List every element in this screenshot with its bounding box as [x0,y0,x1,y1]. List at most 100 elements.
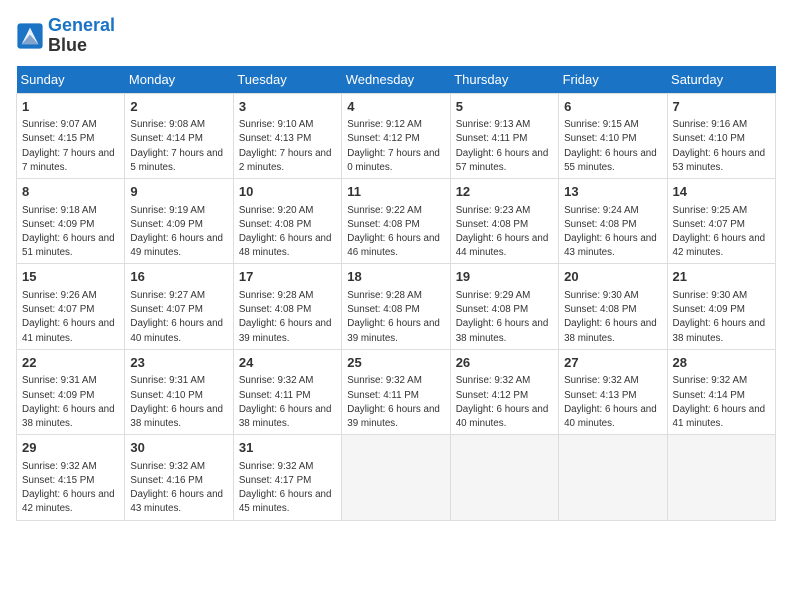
calendar-cell: 12 Sunrise: 9:23 AMSunset: 4:08 PMDaylig… [450,179,558,264]
day-number: 26 [456,354,553,372]
day-info: Sunrise: 9:32 AMSunset: 4:14 PMDaylight:… [673,375,766,429]
day-info: Sunrise: 9:25 AMSunset: 4:07 PMDaylight:… [673,205,766,259]
day-info: Sunrise: 9:12 AMSunset: 4:12 PMDaylight:… [347,119,440,173]
calendar-cell: 25 Sunrise: 9:32 AMSunset: 4:11 PMDaylig… [342,349,450,434]
logo-text: GeneralBlue [48,16,115,56]
day-info: Sunrise: 9:10 AMSunset: 4:13 PMDaylight:… [239,119,332,173]
day-number: 18 [347,268,444,286]
calendar-header: SundayMondayTuesdayWednesdayThursdayFrid… [17,66,776,94]
day-number: 10 [239,183,336,201]
calendar-cell: 15 Sunrise: 9:26 AMSunset: 4:07 PMDaylig… [17,264,125,349]
calendar-cell: 6 Sunrise: 9:15 AMSunset: 4:10 PMDayligh… [559,93,667,178]
day-number: 14 [673,183,770,201]
day-number: 16 [130,268,227,286]
day-info: Sunrise: 9:29 AMSunset: 4:08 PMDaylight:… [456,290,549,344]
day-info: Sunrise: 9:32 AMSunset: 4:12 PMDaylight:… [456,375,549,429]
day-number: 20 [564,268,661,286]
calendar-cell: 5 Sunrise: 9:13 AMSunset: 4:11 PMDayligh… [450,93,558,178]
day-number: 15 [22,268,119,286]
calendar-cell: 11 Sunrise: 9:22 AMSunset: 4:08 PMDaylig… [342,179,450,264]
calendar-cell: 31 Sunrise: 9:32 AMSunset: 4:17 PMDaylig… [233,435,341,520]
calendar-cell: 3 Sunrise: 9:10 AMSunset: 4:13 PMDayligh… [233,93,341,178]
day-number: 7 [673,98,770,116]
day-info: Sunrise: 9:22 AMSunset: 4:08 PMDaylight:… [347,205,440,259]
calendar-week-3: 15 Sunrise: 9:26 AMSunset: 4:07 PMDaylig… [17,264,776,349]
calendar-cell: 30 Sunrise: 9:32 AMSunset: 4:16 PMDaylig… [125,435,233,520]
day-info: Sunrise: 9:27 AMSunset: 4:07 PMDaylight:… [130,290,223,344]
day-number: 8 [22,183,119,201]
day-info: Sunrise: 9:16 AMSunset: 4:10 PMDaylight:… [673,119,766,173]
day-number: 29 [22,439,119,457]
day-info: Sunrise: 9:24 AMSunset: 4:08 PMDaylight:… [564,205,657,259]
logo-icon [16,22,44,50]
day-number: 2 [130,98,227,116]
calendar-cell [559,435,667,520]
day-info: Sunrise: 9:31 AMSunset: 4:09 PMDaylight:… [22,375,115,429]
day-info: Sunrise: 9:32 AMSunset: 4:11 PMDaylight:… [347,375,440,429]
day-number: 25 [347,354,444,372]
day-info: Sunrise: 9:31 AMSunset: 4:10 PMDaylight:… [130,375,223,429]
day-header-saturday: Saturday [667,66,775,94]
day-header-thursday: Thursday [450,66,558,94]
day-info: Sunrise: 9:26 AMSunset: 4:07 PMDaylight:… [22,290,115,344]
calendar-cell: 19 Sunrise: 9:29 AMSunset: 4:08 PMDaylig… [450,264,558,349]
day-info: Sunrise: 9:18 AMSunset: 4:09 PMDaylight:… [22,205,115,259]
calendar-table: SundayMondayTuesdayWednesdayThursdayFrid… [16,66,776,521]
day-number: 1 [22,98,119,116]
day-number: 24 [239,354,336,372]
day-number: 12 [456,183,553,201]
day-number: 11 [347,183,444,201]
day-number: 23 [130,354,227,372]
day-number: 9 [130,183,227,201]
calendar-cell: 4 Sunrise: 9:12 AMSunset: 4:12 PMDayligh… [342,93,450,178]
day-header-sunday: Sunday [17,66,125,94]
calendar-cell: 22 Sunrise: 9:31 AMSunset: 4:09 PMDaylig… [17,349,125,434]
day-number: 22 [22,354,119,372]
day-header-tuesday: Tuesday [233,66,341,94]
calendar-cell: 24 Sunrise: 9:32 AMSunset: 4:11 PMDaylig… [233,349,341,434]
day-number: 4 [347,98,444,116]
day-number: 19 [456,268,553,286]
day-info: Sunrise: 9:32 AMSunset: 4:17 PMDaylight:… [239,461,332,515]
calendar-cell: 23 Sunrise: 9:31 AMSunset: 4:10 PMDaylig… [125,349,233,434]
calendar-cell: 26 Sunrise: 9:32 AMSunset: 4:12 PMDaylig… [450,349,558,434]
day-number: 13 [564,183,661,201]
day-number: 21 [673,268,770,286]
day-header-wednesday: Wednesday [342,66,450,94]
day-info: Sunrise: 9:32 AMSunset: 4:15 PMDaylight:… [22,461,115,515]
calendar-cell: 17 Sunrise: 9:28 AMSunset: 4:08 PMDaylig… [233,264,341,349]
day-number: 27 [564,354,661,372]
logo: GeneralBlue [16,16,115,56]
day-info: Sunrise: 9:07 AMSunset: 4:15 PMDaylight:… [22,119,115,173]
day-info: Sunrise: 9:30 AMSunset: 4:08 PMDaylight:… [564,290,657,344]
day-info: Sunrise: 9:13 AMSunset: 4:11 PMDaylight:… [456,119,549,173]
calendar-cell [667,435,775,520]
day-info: Sunrise: 9:32 AMSunset: 4:16 PMDaylight:… [130,461,223,515]
calendar-cell: 27 Sunrise: 9:32 AMSunset: 4:13 PMDaylig… [559,349,667,434]
calendar-week-5: 29 Sunrise: 9:32 AMSunset: 4:15 PMDaylig… [17,435,776,520]
calendar-cell: 13 Sunrise: 9:24 AMSunset: 4:08 PMDaylig… [559,179,667,264]
calendar-cell: 1 Sunrise: 9:07 AMSunset: 4:15 PMDayligh… [17,93,125,178]
day-info: Sunrise: 9:20 AMSunset: 4:08 PMDaylight:… [239,205,332,259]
calendar-week-4: 22 Sunrise: 9:31 AMSunset: 4:09 PMDaylig… [17,349,776,434]
day-number: 31 [239,439,336,457]
calendar-cell: 14 Sunrise: 9:25 AMSunset: 4:07 PMDaylig… [667,179,775,264]
calendar-body: 1 Sunrise: 9:07 AMSunset: 4:15 PMDayligh… [17,93,776,520]
calendar-cell: 21 Sunrise: 9:30 AMSunset: 4:09 PMDaylig… [667,264,775,349]
calendar-cell: 7 Sunrise: 9:16 AMSunset: 4:10 PMDayligh… [667,93,775,178]
day-info: Sunrise: 9:32 AMSunset: 4:13 PMDaylight:… [564,375,657,429]
calendar-cell: 20 Sunrise: 9:30 AMSunset: 4:08 PMDaylig… [559,264,667,349]
calendar-cell [342,435,450,520]
calendar-cell: 29 Sunrise: 9:32 AMSunset: 4:15 PMDaylig… [17,435,125,520]
day-info: Sunrise: 9:08 AMSunset: 4:14 PMDaylight:… [130,119,223,173]
day-info: Sunrise: 9:23 AMSunset: 4:08 PMDaylight:… [456,205,549,259]
calendar-cell: 9 Sunrise: 9:19 AMSunset: 4:09 PMDayligh… [125,179,233,264]
calendar-cell [450,435,558,520]
calendar-cell: 2 Sunrise: 9:08 AMSunset: 4:14 PMDayligh… [125,93,233,178]
calendar-cell: 10 Sunrise: 9:20 AMSunset: 4:08 PMDaylig… [233,179,341,264]
day-number: 5 [456,98,553,116]
page-header: GeneralBlue [16,16,776,56]
day-header-monday: Monday [125,66,233,94]
calendar-week-1: 1 Sunrise: 9:07 AMSunset: 4:15 PMDayligh… [17,93,776,178]
day-number: 28 [673,354,770,372]
